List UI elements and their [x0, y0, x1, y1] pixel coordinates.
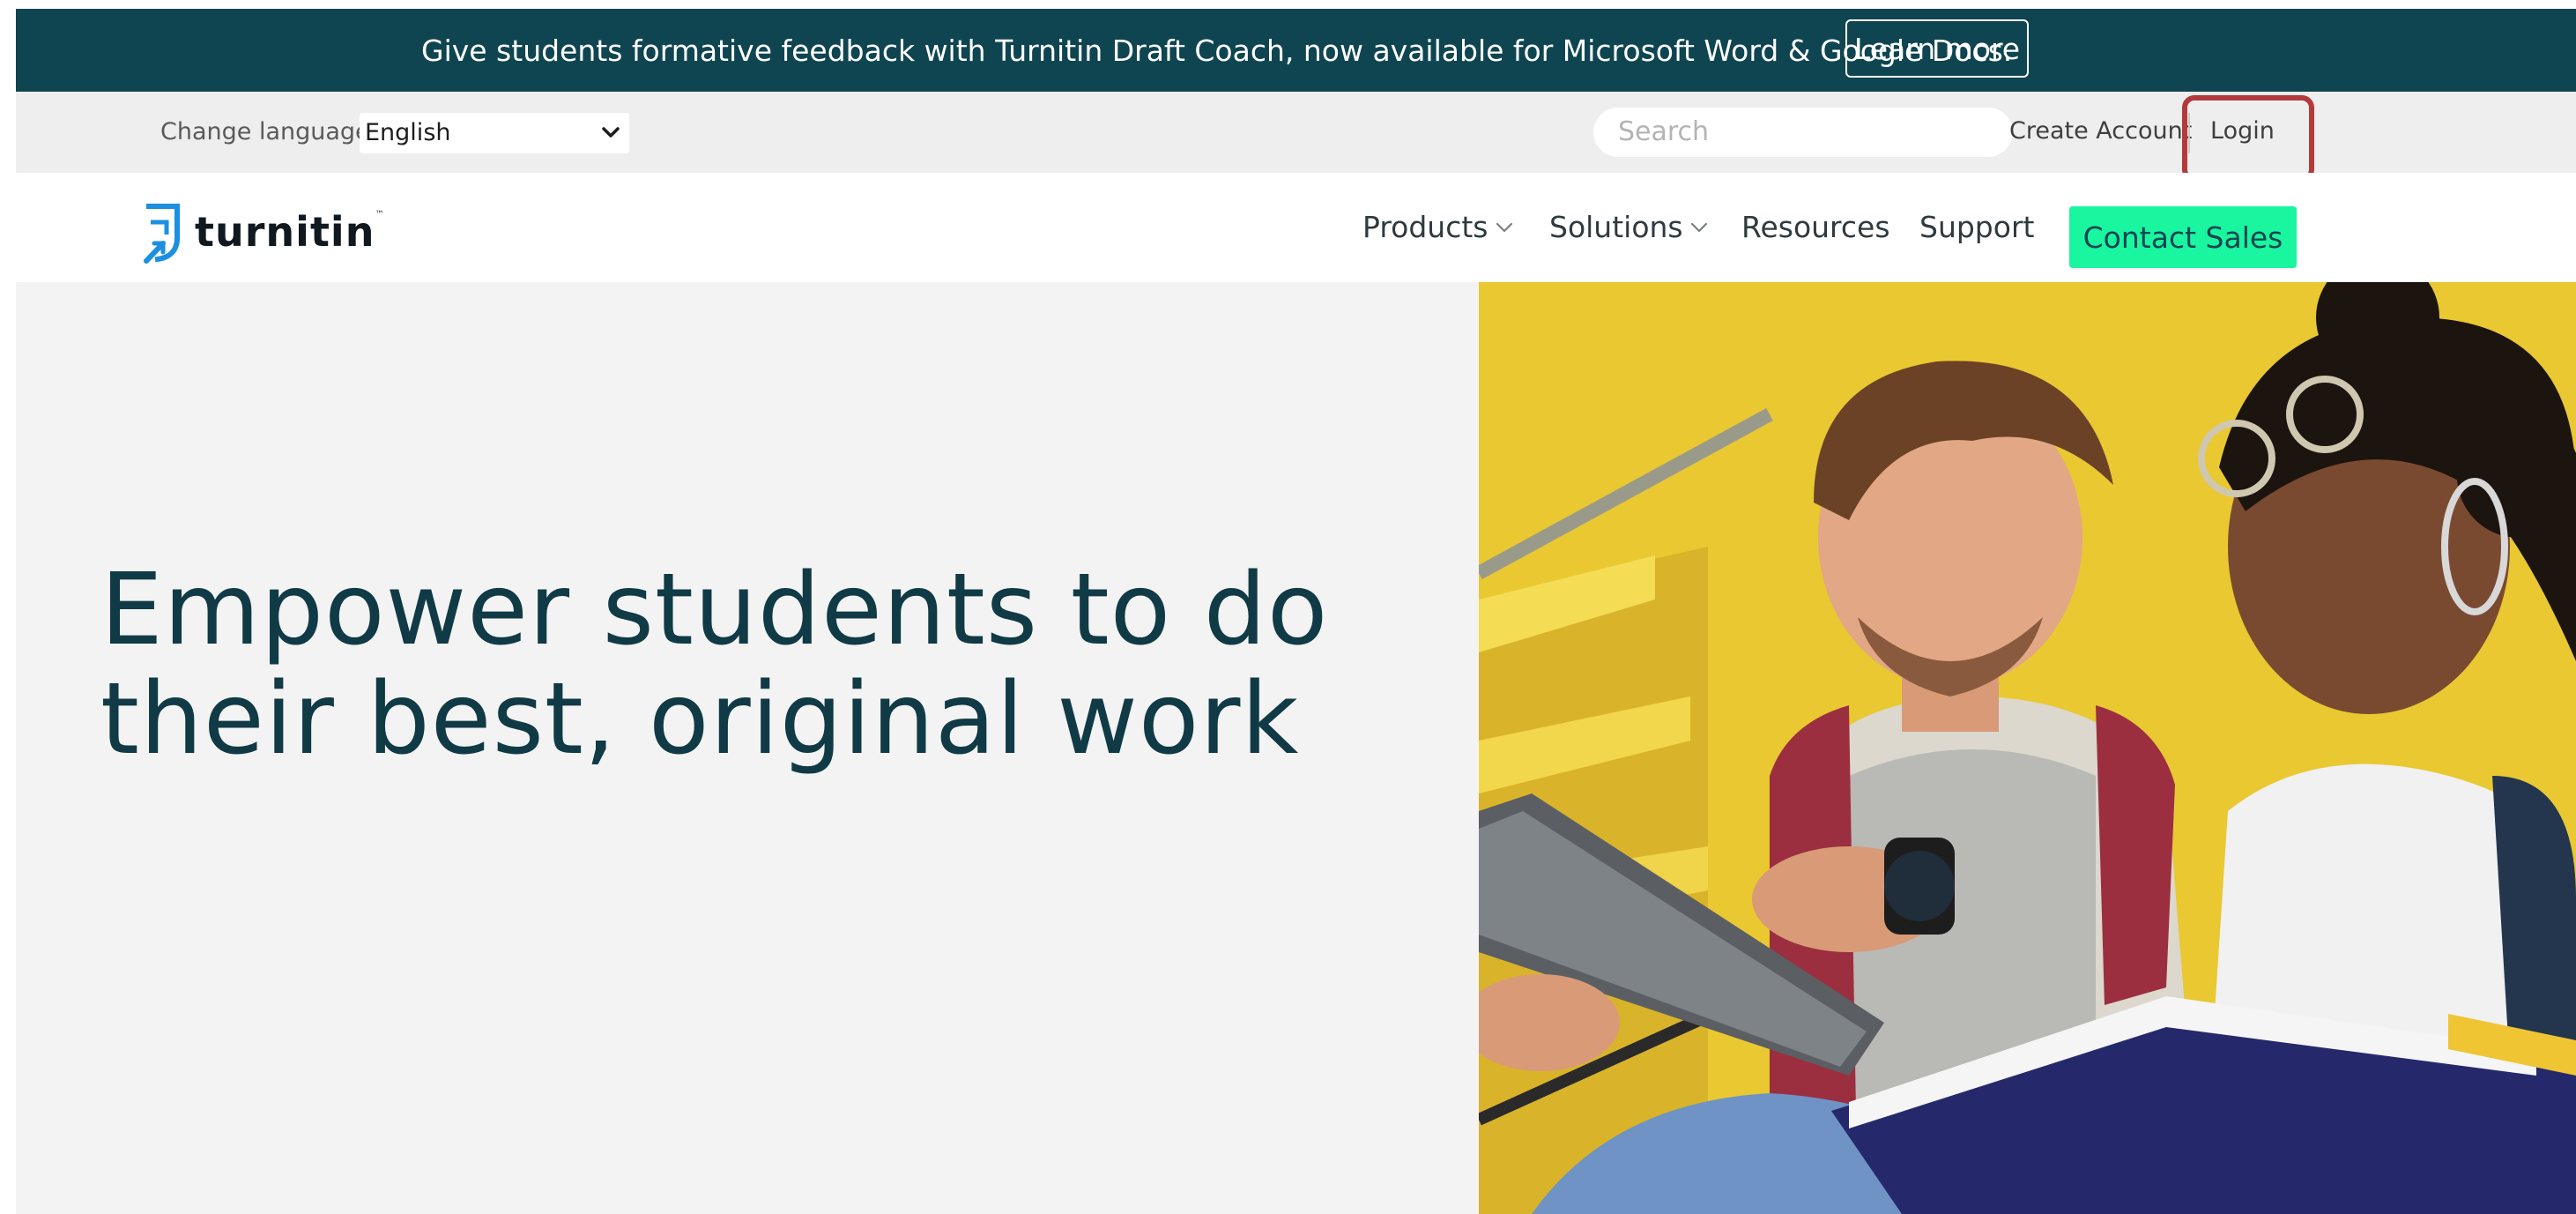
nav-resources-label: Resources — [1741, 210, 1890, 244]
students-illustration — [1479, 282, 2576, 1214]
hero-section: Empower students to do their best, origi… — [16, 282, 2576, 1214]
utility-divider — [2188, 113, 2190, 153]
hero-title: Empower students to do their best, origi… — [100, 555, 1422, 774]
language-select-value: English — [365, 119, 451, 146]
nav-products-label: Products — [1362, 210, 1488, 244]
nav-solutions-label: Solutions — [1549, 210, 1683, 244]
language-select[interactable]: English — [360, 113, 629, 153]
chevron-down-icon — [1690, 222, 1707, 232]
create-account-link[interactable]: Create Account — [2009, 117, 2192, 145]
chevron-down-icon — [602, 127, 620, 138]
turnitin-logo-icon — [144, 204, 180, 264]
change-language-label: Change language — [160, 118, 370, 145]
login-link[interactable]: Login — [2210, 117, 2275, 145]
learn-more-button[interactable]: Learn more — [1845, 19, 2029, 78]
announcement-banner: Give students formative feedback with Tu… — [16, 9, 2576, 92]
search-placeholder: Search — [1618, 116, 1710, 147]
nav-products[interactable]: Products — [1362, 210, 1513, 244]
turnitin-logo[interactable]: turnitin ™ — [144, 199, 383, 264]
banner-text: Give students formative feedback with Tu… — [421, 34, 2013, 68]
contact-sales-button[interactable]: Contact Sales — [2069, 206, 2297, 268]
chevron-down-icon — [1496, 222, 1512, 232]
hero-title-line-1: Empower students to do — [100, 553, 1329, 667]
logo-wordmark: turnitin — [195, 208, 375, 256]
hero-photo — [1479, 282, 2576, 1214]
main-nav: turnitin ™ Products Solutions Resources … — [16, 173, 2576, 282]
hero-title-line-2: their best, original work — [100, 662, 1300, 777]
page: Give students formative feedback with Tu… — [16, 9, 2576, 1214]
nav-resources[interactable]: Resources — [1741, 210, 1890, 244]
nav-support[interactable]: Support — [1919, 210, 2034, 244]
nav-support-label: Support — [1919, 210, 2035, 244]
utility-bar: Change language English Search Create Ac… — [16, 92, 2576, 182]
nav-solutions[interactable]: Solutions — [1549, 210, 1708, 244]
search-input[interactable]: Search — [1593, 108, 2013, 157]
logo-trademark: ™ — [375, 210, 384, 220]
